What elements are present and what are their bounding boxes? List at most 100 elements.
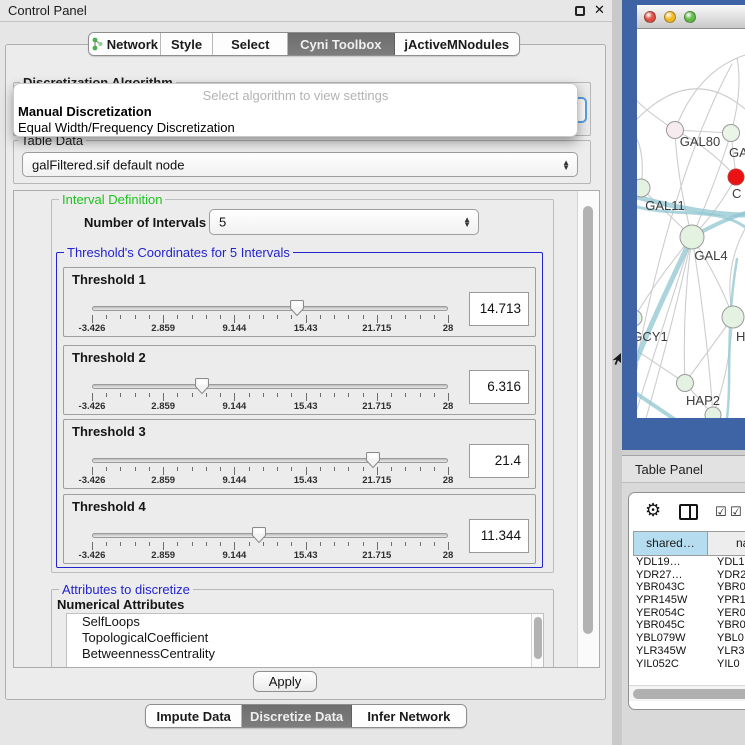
network-node-c[interactable] [728,169,744,185]
table-row[interactable]: YBR043CYBR0 [633,581,745,594]
major-tick [377,315,378,323]
table-row[interactable]: YBL079WYBL0 [633,632,745,645]
table-row[interactable]: YER054CYER0 [633,607,745,620]
network-node[interactable] [705,407,721,418]
tick-label: 9.144 [211,323,257,334]
table-hscrollbar[interactable] [629,685,745,701]
bottom-tab-bar: Impute DataDiscretize DataInfer Network [145,704,467,728]
network-edge[interactable] [731,58,739,133]
slider-track[interactable] [92,458,448,463]
settings-scrollbar-thumb[interactable] [583,206,593,634]
splitpane-gutter[interactable] [612,0,622,745]
threshold-label: Threshold 2 [72,350,146,365]
threshold-value-field[interactable]: 11.344 [469,519,529,553]
slider-thumb[interactable] [194,377,210,395]
network-canvas[interactable]: GAL80GACGAL11GAL4GCY1HHAP2 [637,29,745,418]
table-cell-name: YBL0 [708,632,745,645]
attribute-list-item[interactable]: BetweennessCentrality [67,646,543,662]
algorithm-dropdown-popup: Select algorithm to view settings Manual… [13,83,578,137]
network-node-label: GAL4 [694,248,727,263]
table-row[interactable]: YIL052CYIL0 [633,658,745,671]
network-node-label: GAL80 [680,134,720,149]
table-row[interactable]: YBR045CYBR0 [633,619,745,632]
threshold-panel-2: Threshold 2-3.4262.8599.14415.4321.71528… [63,345,536,415]
network-node-gal4[interactable] [680,225,704,249]
tab-impute-data[interactable]: Impute Data [146,705,242,727]
close-panel-icon[interactable]: ✕ [594,2,605,18]
dropdown-option-equal-width[interactable]: Equal Width/Frequency Discretization [18,120,235,135]
list-scrollbar[interactable] [531,614,543,668]
minor-tick [405,542,406,546]
dropdown-option-manual[interactable]: Manual Discretization [18,104,152,119]
table-row[interactable]: YLR345WYLR3 [633,645,745,658]
minimize-window-icon[interactable] [664,11,676,23]
column-header-shared-name[interactable]: shared… [633,531,708,556]
tab-style[interactable]: Style [161,33,214,55]
split-view-icon[interactable] [679,504,698,520]
gear-icon[interactable]: ⚙ [645,500,661,521]
tab-select[interactable]: Select [213,33,288,55]
slider-track[interactable] [92,533,448,538]
table-cell-shared-name: YER054C [633,607,708,620]
checkbox-icon[interactable]: ☑ [715,504,727,520]
threshold-value-field[interactable]: 14.713 [469,292,529,326]
minor-tick [120,542,121,546]
major-tick [306,467,307,475]
minor-tick [277,542,278,546]
slider-thumb[interactable] [365,451,381,469]
table-row[interactable]: YDL19…YDL1 [633,556,745,569]
dropdown-placeholder[interactable]: Select algorithm to view settings [14,88,577,103]
tick-label: 28 [425,475,471,486]
close-window-icon[interactable] [644,11,656,23]
panel-title: Control Panel [8,3,87,18]
minor-tick [249,393,250,397]
minor-tick [249,542,250,546]
network-node-h[interactable] [722,306,744,328]
apply-button[interactable]: Apply [253,671,317,692]
tab-discretize-data[interactable]: Discretize Data [242,705,351,727]
attribute-list-item[interactable]: TopologicalCoefficient [67,630,543,646]
float-panel-icon[interactable] [575,6,585,16]
number-of-intervals-combobox[interactable]: 5 ▲▼ [209,209,479,235]
network-node-gcy1[interactable] [637,310,642,326]
tab-infer-network[interactable]: Infer Network [352,705,466,727]
table-row[interactable]: YPR145WYPR1 [633,594,745,607]
table-data-combobox[interactable]: galFiltered.sif default node ▲▼ [22,152,578,177]
major-tick [163,467,164,475]
network-node-gal11[interactable] [637,179,650,197]
slider-thumb[interactable] [289,299,305,317]
table-hscrollbar-thumb[interactable] [633,689,745,699]
minor-tick [391,393,392,397]
settings-scrollbar[interactable] [577,191,599,668]
minor-tick [177,315,178,319]
column-header-name[interactable]: name [708,531,745,556]
table-cell-shared-name: YDL19… [633,556,708,569]
tab-network[interactable]: Network [89,33,161,55]
tab-jactivemnodules[interactable]: jActiveMNodules [395,33,519,55]
network-node-hap2[interactable] [677,375,694,392]
list-scrollbar-thumb[interactable] [534,617,542,659]
minor-tick [363,542,364,546]
tab-cyni-toolbox[interactable]: Cyni Toolbox [288,33,395,55]
threshold-value-field[interactable]: 6.316 [469,370,529,404]
minor-tick [363,315,364,319]
numerical-attributes-list[interactable]: SelfLoopsTopologicalCoefficientBetweenne… [66,613,544,668]
slider-thumb[interactable] [251,526,267,544]
network-node-label: C [732,186,741,201]
threshold-value-field[interactable]: 21.4 [469,444,529,478]
network-edge[interactable] [684,237,692,383]
tick-label: 2.859 [140,401,186,412]
slider-track[interactable] [92,384,448,389]
slider-track[interactable] [92,306,448,311]
network-node-ga[interactable] [723,125,740,142]
table-row[interactable]: YDR27…YDR2 [633,569,745,582]
threshold-panels: Threshold 1-3.4262.8599.14415.4321.71528… [56,252,543,568]
minor-tick [434,393,435,397]
network-window-titlebar[interactable] [637,5,745,29]
table-cell-name: YBR0 [708,619,745,632]
tick-label: 9.144 [211,401,257,412]
zoom-window-icon[interactable] [684,11,696,23]
checkbox-icon[interactable]: ☑ [730,504,742,520]
attribute-list-item[interactable]: SelfLoops [67,614,543,630]
network-edge[interactable] [692,237,713,415]
